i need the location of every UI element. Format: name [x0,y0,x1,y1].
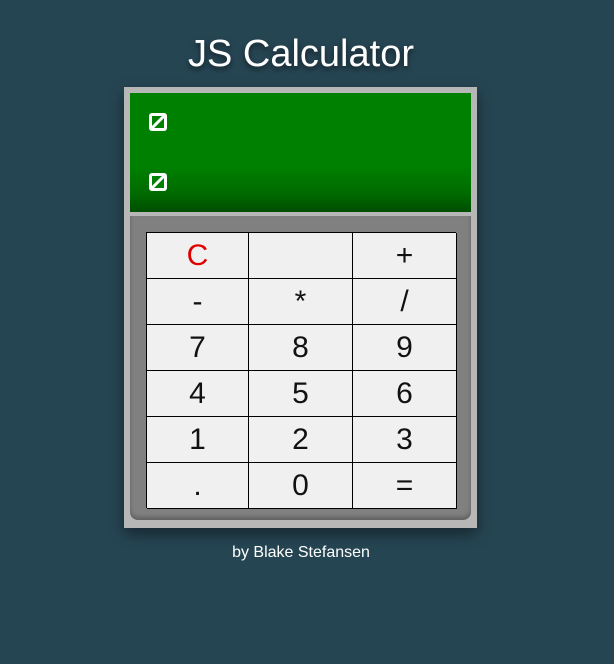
digit-2-button[interactable]: 2 [249,417,353,463]
blank-button[interactable] [249,233,353,279]
divide-button[interactable]: / [353,279,457,325]
broken-image-icon [149,113,167,131]
digit-8-button[interactable]: 8 [249,325,353,371]
keypad: C + - */ 7 8 9 4 5 6 1 2 3. 0 = [146,232,457,509]
digit-6-button[interactable]: 6 [353,371,457,417]
digit-3-button[interactable]: 3 [353,417,457,463]
digit-1-button[interactable]: 1 [147,417,249,463]
digit-9-button[interactable]: 9 [353,325,457,371]
calculator-display [130,93,471,212]
display-line-2 [147,167,447,197]
digit-5-button[interactable]: 5 [249,371,353,417]
keypad-panel: C + - */ 7 8 9 4 5 6 1 2 3. 0 = [130,216,471,520]
clear-button[interactable]: C [147,233,249,279]
page-title: JS Calculator [188,33,414,75]
author-credit: by Blake Stefansen [232,544,370,561]
plus-button[interactable]: + [353,233,457,279]
multiply-button[interactable]: * [249,279,353,325]
decimal-button[interactable]: . [147,463,249,509]
digit-0-button[interactable]: 0 [249,463,353,509]
equals-button[interactable]: = [353,463,457,509]
broken-image-icon [149,173,167,191]
digit-7-button[interactable]: 7 [147,325,249,371]
display-line-1 [147,107,447,137]
calculator: C + - */ 7 8 9 4 5 6 1 2 3. 0 = [124,87,477,528]
digit-4-button[interactable]: 4 [147,371,249,417]
minus-button[interactable]: - [147,279,249,325]
page: JS Calculator C + - */ 7 8 9 4 5 6 1 2 3 … [0,0,614,664]
